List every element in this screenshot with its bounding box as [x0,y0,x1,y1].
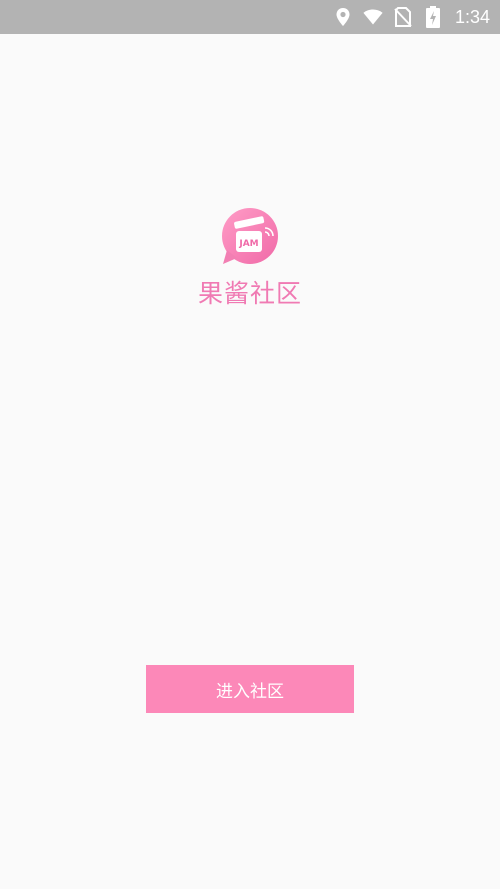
logo-text: JAM [238,239,258,249]
app-title: 果酱社区 [197,279,302,308]
app-logo: JAM [219,206,281,268]
status-bar: 1:34 [0,0,500,34]
location-icon [333,7,353,27]
status-time: 1:34 [454,6,490,27]
wifi-icon [363,7,383,27]
battery-charging-icon [423,6,443,28]
splash-screen: 1:34 JAM 果酱社区 进入社区 [0,0,500,889]
status-icons: 1:34 [333,0,490,34]
no-sim-icon [393,7,413,27]
enter-community-button[interactable]: 进入社区 [146,665,354,713]
